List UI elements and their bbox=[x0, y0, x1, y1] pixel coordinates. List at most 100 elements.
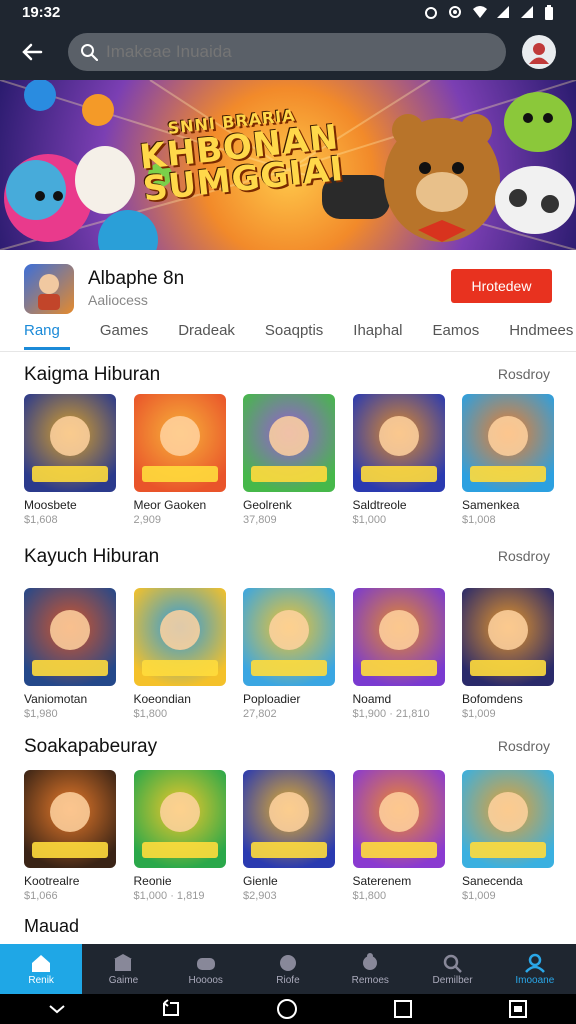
game-row: Vaniomotan $1,980 Koeondian $1,800 Poploadie… bbox=[24, 588, 572, 720]
game-logo-banner bbox=[251, 660, 327, 676]
avatar[interactable] bbox=[522, 35, 556, 69]
see-more-link[interactable]: Rosdroy bbox=[498, 366, 550, 382]
game-logo-banner bbox=[32, 660, 108, 676]
search-bar[interactable] bbox=[68, 33, 506, 71]
game-card[interactable]: Bofomdens $1,009 bbox=[462, 588, 554, 720]
tab-ihaphal[interactable]: Ihaphal bbox=[353, 320, 402, 350]
game-card[interactable]: Saterenem $1,800 bbox=[352, 770, 445, 902]
game-card[interactable]: Poploadier 27,802 bbox=[243, 588, 335, 720]
game-size: $1,000 bbox=[352, 514, 387, 526]
game-thumbnail[interactable] bbox=[352, 770, 445, 868]
search-icon bbox=[443, 954, 462, 973]
game-card[interactable]: Meor Gaoken 2,909 bbox=[133, 394, 226, 526]
game-character-icon bbox=[488, 416, 528, 456]
tab-dradeak[interactable]: Dradeak bbox=[178, 320, 235, 350]
app-header: Albaphe 8n Aaliocess Hrotedew Rang Games… bbox=[0, 250, 576, 352]
game-logo-banner bbox=[32, 466, 108, 482]
game-character-icon bbox=[269, 792, 309, 832]
game-card[interactable]: Sanecenda $1,009 bbox=[462, 770, 554, 902]
game-character-icon bbox=[488, 610, 528, 650]
game-thumbnail[interactable] bbox=[133, 770, 226, 868]
game-name: Sanecenda bbox=[462, 874, 523, 888]
game-card[interactable]: Geolrenk 37,809 bbox=[243, 394, 335, 526]
tab-rang[interactable]: Rang bbox=[24, 320, 70, 350]
game-thumbnail[interactable] bbox=[243, 394, 335, 492]
game-character-icon bbox=[378, 610, 419, 650]
tab-hndmees[interactable]: Hndmees bbox=[509, 320, 573, 350]
game-thumbnail[interactable] bbox=[352, 394, 445, 492]
section-title: Kayuch Hiburan bbox=[24, 546, 160, 567]
game-logo-banner bbox=[251, 842, 327, 858]
game-card[interactable]: Gienle $2,903 bbox=[243, 770, 335, 902]
game-size: $1,800 bbox=[352, 890, 387, 902]
search-icon bbox=[81, 44, 98, 61]
game-character-icon bbox=[269, 416, 309, 456]
see-more-link[interactable]: Rosdroy bbox=[498, 548, 550, 564]
game-size: $1,980 bbox=[24, 708, 58, 720]
game-thumbnail[interactable] bbox=[462, 394, 554, 492]
game-character-icon bbox=[38, 274, 60, 310]
sync-icon bbox=[448, 5, 462, 19]
game-thumbnail[interactable] bbox=[133, 394, 226, 492]
game-logo-banner bbox=[360, 842, 437, 858]
nav-item-home[interactable]: Renik bbox=[0, 944, 83, 994]
game-card[interactable]: Kootrealre $1,066 bbox=[24, 770, 116, 902]
chevron-down-icon[interactable] bbox=[47, 1003, 67, 1015]
game-character-icon bbox=[378, 416, 419, 456]
tab-games[interactable]: Games bbox=[100, 320, 148, 350]
back-button[interactable] bbox=[14, 34, 50, 70]
game-character-icon bbox=[378, 792, 419, 832]
back-gesture-icon[interactable] bbox=[160, 999, 182, 1019]
tab-eamos[interactable]: Eamos bbox=[433, 320, 480, 350]
keyboard-icon[interactable] bbox=[507, 999, 529, 1019]
section-title: Kaigma Hiburan bbox=[24, 364, 161, 385]
game-name: Bofomdens bbox=[462, 692, 523, 706]
game-character-icon bbox=[159, 610, 200, 650]
game-card[interactable]: Noamd $1,900 · 21,810 bbox=[352, 588, 445, 720]
game-card[interactable]: Samenkea $1,008 bbox=[462, 394, 554, 526]
nav-item-controller[interactable]: Hoooos bbox=[165, 944, 247, 994]
controller-icon bbox=[196, 957, 215, 970]
game-logo-banner bbox=[141, 660, 218, 676]
game-card[interactable]: Vaniomotan $1,980 bbox=[24, 588, 116, 720]
game-name: Saldtreole bbox=[352, 498, 407, 512]
game-logo-banner bbox=[32, 842, 108, 858]
game-size: 2,909 bbox=[133, 514, 162, 526]
game-thumbnail[interactable] bbox=[462, 770, 554, 868]
game-thumbnail[interactable] bbox=[243, 770, 335, 868]
alarm-icon bbox=[424, 5, 438, 19]
nav-item-profile[interactable]: Imooane bbox=[494, 944, 576, 994]
game-logo-banner bbox=[360, 660, 437, 676]
promo-banner[interactable]: SNNI BRARIA KHBONAN SUMGGIAI bbox=[0, 80, 576, 250]
section-title: Mauad bbox=[24, 916, 80, 936]
home-circle-icon[interactable] bbox=[275, 997, 299, 1021]
game-thumbnail[interactable] bbox=[462, 588, 554, 686]
game-name: Gienle bbox=[243, 874, 278, 888]
game-card[interactable]: Moosbete $1,608 bbox=[24, 394, 116, 526]
recents-square-icon[interactable] bbox=[392, 999, 414, 1019]
game-thumbnail[interactable] bbox=[352, 588, 445, 686]
nav-item-search[interactable]: Demilber bbox=[411, 944, 493, 994]
game-name: Saterenem bbox=[352, 874, 412, 888]
game-card[interactable]: Reonie $1,000 · 1,819 bbox=[133, 770, 226, 902]
puzzle-icon bbox=[363, 952, 378, 970]
game-name: Poploadier bbox=[243, 692, 301, 706]
section-title: Soakapabeuray bbox=[24, 736, 158, 757]
game-card[interactable]: Koeondian $1,800 bbox=[133, 588, 226, 720]
game-thumbnail[interactable] bbox=[24, 394, 116, 492]
face-icon bbox=[279, 954, 296, 971]
nav-item-store[interactable]: Gaime bbox=[82, 944, 164, 994]
game-thumbnail[interactable] bbox=[24, 588, 116, 686]
see-more-link[interactable]: Rosdroy bbox=[498, 738, 550, 754]
game-thumbnail[interactable] bbox=[243, 588, 335, 686]
install-button[interactable]: Hrotedew bbox=[451, 269, 552, 303]
nav-item-puzzle[interactable]: Remoes bbox=[329, 944, 411, 994]
nav-item-face[interactable]: Riofe bbox=[247, 944, 329, 994]
tab-soaqptis[interactable]: Soaqptis bbox=[265, 320, 323, 350]
game-card[interactable]: Saldtreole $1,000 bbox=[352, 394, 445, 526]
game-thumbnail[interactable] bbox=[133, 588, 226, 686]
game-logo-banner bbox=[470, 842, 546, 858]
search-input[interactable] bbox=[106, 42, 486, 62]
game-thumbnail[interactable] bbox=[24, 770, 116, 868]
system-navigation-bar bbox=[0, 994, 576, 1024]
